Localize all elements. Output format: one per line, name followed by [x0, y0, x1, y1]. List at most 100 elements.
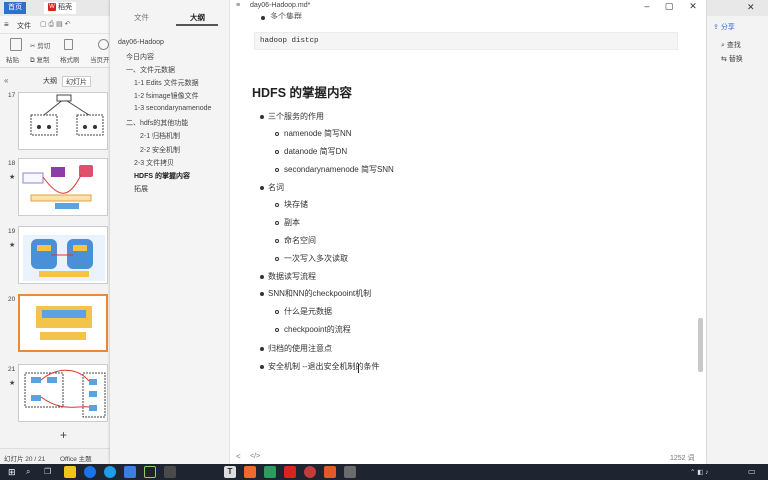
- outline-item[interactable]: 二、hdfs的其他功能: [126, 118, 188, 128]
- section-heading: HDFS 的掌握内容: [252, 86, 353, 100]
- typora-taskbar-icon[interactable]: T: [224, 466, 236, 478]
- tab-app[interactable]: W 稻壳: [44, 2, 76, 14]
- slide-thumbnail[interactable]: [18, 226, 108, 284]
- animation-star-icon: ★: [9, 174, 16, 181]
- tray-icons[interactable]: ⌃ ◧ ♪: [690, 468, 708, 476]
- theme-name: Office 主题: [60, 456, 92, 463]
- tab-outline[interactable]: 大纲: [40, 76, 60, 87]
- slide-number: 17: [8, 92, 16, 99]
- outline-item[interactable]: 2-2 安全机制: [140, 145, 180, 155]
- source-mode-button[interactable]: </>: [250, 453, 260, 460]
- outline-item[interactable]: 今日内容: [126, 52, 154, 62]
- close-icon[interactable]: ✕: [686, 1, 700, 12]
- sublist-item: checkpooint的流程: [284, 325, 351, 334]
- app-icon[interactable]: [164, 466, 176, 478]
- slide-diagram-17: [30, 94, 104, 136]
- sublist-bullet: [275, 221, 279, 225]
- format-painter-icon[interactable]: [64, 39, 73, 50]
- sublist-bullet: [275, 150, 279, 154]
- paste-button[interactable]: 粘贴: [6, 54, 19, 64]
- outline-item[interactable]: 1-3 secondarynamenode: [134, 105, 211, 112]
- vscode-icon[interactable]: [124, 466, 136, 478]
- word-count[interactable]: 1252 词: [670, 453, 695, 463]
- sublist-bullet: [275, 132, 279, 136]
- menu-icon[interactable]: ≡: [4, 20, 9, 29]
- pycharm-icon[interactable]: [144, 466, 156, 478]
- outline-item-active[interactable]: HDFS 的掌握内容: [134, 171, 190, 181]
- outline-item[interactable]: 1-1 Edits 文件元数据: [134, 78, 199, 88]
- app-icon[interactable]: [324, 466, 336, 478]
- collapse-pane-icon[interactable]: «: [4, 76, 8, 85]
- close-icon[interactable]: ✕: [747, 2, 755, 13]
- quick-access-icons[interactable]: ▢ ⎙ ▤ ↶: [40, 20, 71, 29]
- outline-item[interactable]: 一、文件元数据: [126, 65, 175, 75]
- wps-ribbon: 粘贴 ✂ 剪切 ⧉ 复制 格式刷 当页开: [0, 34, 110, 68]
- app-icon[interactable]: [304, 466, 316, 478]
- find-label: 查找: [726, 42, 741, 49]
- app-icon[interactable]: [244, 466, 256, 478]
- cut-button[interactable]: ✂ 剪切: [30, 40, 50, 50]
- scrollbar-thumb[interactable]: [698, 318, 703, 372]
- format-painter-button[interactable]: 格式刷: [60, 54, 80, 64]
- menu-icon[interactable]: ≡: [236, 2, 240, 9]
- slide-thumbnail[interactable]: [18, 92, 108, 150]
- minimize-icon[interactable]: –: [640, 1, 654, 11]
- search-icon[interactable]: ⌕: [26, 466, 38, 478]
- slide-diagram-19: [23, 235, 105, 281]
- file-explorer-icon[interactable]: [64, 466, 76, 478]
- maximize-icon[interactable]: ▢: [662, 1, 676, 12]
- menu-file[interactable]: 文件: [17, 21, 31, 31]
- outline-item[interactable]: 2-1 归档机制: [140, 131, 180, 141]
- list-bullet: [260, 186, 264, 190]
- slide-thumbnail[interactable]: [18, 364, 108, 422]
- app-icon[interactable]: [344, 466, 356, 478]
- sublist-bullet: [275, 168, 279, 172]
- sidebar-tab-files[interactable]: 文件: [134, 12, 149, 23]
- toggle-sidebar-button[interactable]: <: [236, 452, 241, 461]
- sublist-bullet: [275, 257, 279, 261]
- outline-item[interactable]: 1-2 fsimage镜像文件: [134, 91, 199, 101]
- sidebar-tab-outline[interactable]: 大纲: [190, 12, 205, 23]
- edge-icon[interactable]: [104, 466, 116, 478]
- outline-item[interactable]: 拓展: [134, 184, 148, 194]
- slide-thumbnail[interactable]: [18, 158, 108, 216]
- play-icon[interactable]: [98, 39, 109, 50]
- app-icon[interactable]: [264, 466, 276, 478]
- slide-thumbnail-selected[interactable]: [18, 294, 108, 352]
- start-from-current-button[interactable]: 当页开: [90, 54, 110, 64]
- animation-star-icon: ★: [9, 242, 16, 249]
- editor-area[interactable]: ≡ day06-Hadoop.md* – ▢ ✕ 多个集群 hadoop dis…: [230, 0, 706, 464]
- list-item: 数据读写流程: [268, 272, 316, 281]
- find-button[interactable]: ⌕ 查找: [721, 40, 741, 50]
- wps-tab-bar: 首页 W 稻壳: [0, 0, 110, 16]
- partial-list-item: 多个集群: [270, 12, 302, 19]
- sublist-bullet: [275, 328, 279, 332]
- sidebar-footer: [110, 448, 230, 464]
- list-bullet: [260, 115, 264, 119]
- outline-item[interactable]: 2-3 文件拷贝: [134, 158, 174, 168]
- paste-icon[interactable]: [10, 38, 22, 51]
- copy-button[interactable]: ⧉ 复制: [30, 54, 49, 65]
- start-icon[interactable]: ⊞: [8, 466, 20, 478]
- typora-window: 文件 大纲 day06-Hadoop 今日内容 一、文件元数据 1-1 Edit…: [110, 0, 706, 464]
- task-view-icon[interactable]: ❐: [44, 466, 56, 478]
- replace-label: 替换: [728, 56, 743, 63]
- wps-taskbar-icon[interactable]: [284, 466, 296, 478]
- copy-label: 复制: [36, 57, 50, 64]
- sublist-bullet: [275, 203, 279, 207]
- replace-button[interactable]: ⇆ 替换: [721, 54, 743, 64]
- sublist-bullet: [275, 239, 279, 243]
- code-block[interactable]: hadoop distcp: [254, 32, 678, 50]
- share-button[interactable]: ⇪ 分享: [713, 22, 735, 32]
- add-slide-button[interactable]: +: [60, 428, 67, 442]
- sublist-bullet: [275, 310, 279, 314]
- outline-item[interactable]: day06-Hadoop: [118, 39, 164, 46]
- list-bullet: [260, 275, 264, 279]
- editor-footer: < </> 1252 词: [230, 448, 706, 464]
- tab-slides[interactable]: 幻灯片: [62, 76, 91, 87]
- browser-icon[interactable]: [84, 466, 96, 478]
- tab-home[interactable]: 首页: [4, 2, 26, 14]
- slide-diagram-18: [22, 165, 93, 209]
- code-line: hadoop distcp: [260, 37, 319, 45]
- notification-icon[interactable]: ▭: [748, 466, 760, 478]
